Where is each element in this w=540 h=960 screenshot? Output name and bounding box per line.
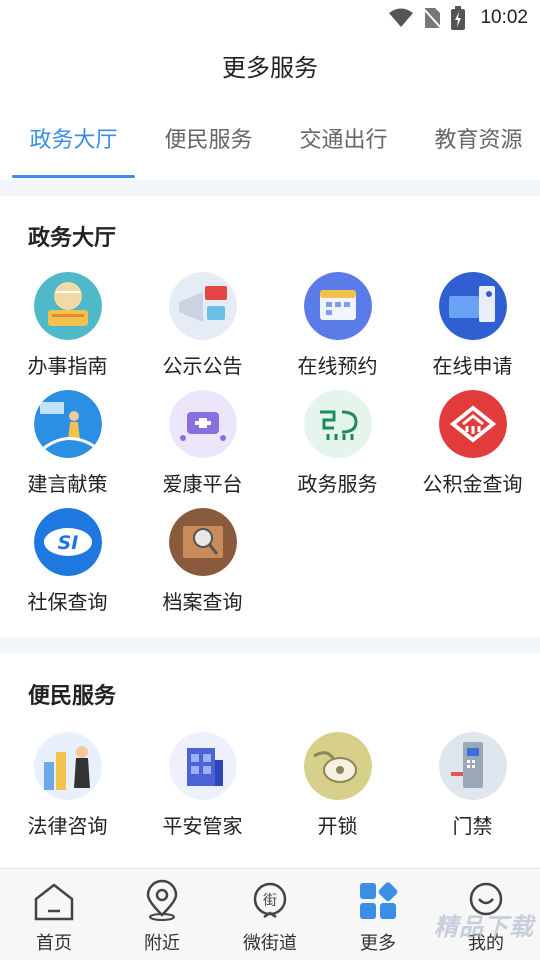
suggestion-icon: [33, 390, 102, 458]
tab-gov-hall[interactable]: 政务大厅: [12, 110, 135, 180]
nav-more[interactable]: 更多: [324, 869, 432, 960]
service-label: 门禁: [452, 814, 493, 838]
social-security-icon: SI: [33, 508, 102, 576]
service-item-housing-fund[interactable]: 公积金查询: [405, 390, 540, 500]
service-item-application[interactable]: 在线申请: [405, 272, 540, 382]
street-icon: 街: [253, 882, 287, 919]
bottom-nav: 首页 附近 街 微街道 更多 我的: [0, 868, 540, 960]
nav-nearby[interactable]: 附近: [108, 869, 216, 960]
status-bar: 10:02: [0, 0, 540, 36]
home-icon: [34, 883, 74, 921]
service-item-door-access[interactable]: 门禁: [405, 732, 540, 842]
more-icon: [360, 882, 398, 919]
announcement-icon: [168, 272, 237, 340]
service-item-health-platform[interactable]: 爱康平台: [135, 390, 270, 500]
section-title-gov: 政务大厅: [28, 226, 117, 251]
nav-profile[interactable]: 我的: [432, 869, 540, 960]
service-item-unlock[interactable]: 开锁: [270, 732, 405, 842]
housing-fund-icon: [438, 390, 507, 458]
no-sim-icon: [422, 7, 443, 29]
service-label: 办事指南: [27, 354, 108, 378]
page-title: 更多服务: [222, 54, 318, 82]
guide-icon: [33, 272, 102, 340]
unlock-icon: [303, 732, 372, 800]
service-item-archive[interactable]: 档案查询: [135, 508, 270, 618]
service-item-guide[interactable]: 办事指南: [0, 272, 135, 382]
safety-icon: [168, 732, 237, 800]
gov-service-icon: [303, 390, 372, 458]
service-label: 档案查询: [162, 590, 243, 614]
service-label: 开锁: [317, 814, 358, 838]
svg-text:SI: SI: [57, 532, 78, 554]
tab-transport[interactable]: 交通出行: [282, 110, 405, 180]
wifi-icon: [389, 8, 414, 27]
profile-icon: [469, 882, 503, 916]
service-item-social-security[interactable]: SI 社保查询: [0, 508, 135, 618]
status-time: 10:02: [480, 7, 528, 28]
appointment-icon: [303, 272, 372, 340]
service-label: 政务服务: [297, 472, 378, 496]
door-access-icon: [438, 732, 507, 800]
legal-icon: [33, 732, 102, 800]
archive-icon: [168, 508, 237, 576]
service-item-safety[interactable]: 平安管家: [135, 732, 270, 842]
location-icon: [146, 879, 178, 921]
svg-text:街: 街: [263, 893, 277, 909]
service-label: 建言献策: [27, 472, 108, 496]
category-tabs: 政务大厅 便民服务 交通出行 教育资源: [0, 110, 540, 180]
service-label: 在线申请: [432, 354, 513, 378]
service-label: 公示公告: [162, 354, 243, 378]
tab-civil-service[interactable]: 便民服务: [147, 110, 270, 180]
nav-street[interactable]: 街 微街道: [216, 869, 324, 960]
service-item-legal[interactable]: 法律咨询: [0, 732, 135, 842]
application-icon: [438, 272, 507, 340]
service-item-gov-service[interactable]: 政务服务: [270, 390, 405, 500]
tab-education[interactable]: 教育资源: [417, 110, 540, 180]
service-label: 社保查询: [27, 590, 108, 614]
battery-icon: [451, 6, 466, 30]
health-platform-icon: [168, 390, 237, 458]
service-label: 法律咨询: [27, 814, 108, 838]
service-label: 爱康平台: [162, 472, 243, 496]
service-label: 在线预约: [297, 354, 378, 378]
divider: [0, 180, 540, 196]
section-title-civil: 便民服务: [28, 684, 117, 709]
service-item-announcement[interactable]: 公示公告: [135, 272, 270, 382]
divider: [0, 637, 540, 653]
service-label: 公积金查询: [422, 472, 523, 496]
nav-home[interactable]: 首页: [0, 869, 108, 960]
service-item-appointment[interactable]: 在线预约: [270, 272, 405, 382]
service-item-suggestion[interactable]: 建言献策: [0, 390, 135, 500]
service-label: 平安管家: [162, 814, 243, 838]
